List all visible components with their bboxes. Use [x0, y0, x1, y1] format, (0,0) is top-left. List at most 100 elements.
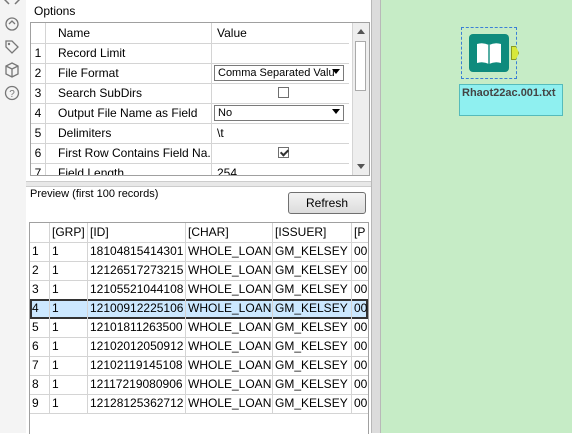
search-subdirs-checkbox[interactable]: [278, 87, 289, 98]
row-number[interactable]: 6: [30, 337, 50, 356]
id-cell[interactable]: 18104815414301: [88, 242, 186, 261]
panel-divider[interactable]: [371, 0, 381, 433]
p-cell[interactable]: 00: [352, 356, 368, 375]
table-row[interactable]: 8 1 12117219080906 WHOLE_LOAN GM_KELSEY 00: [30, 375, 368, 395]
p-cell[interactable]: 00: [352, 318, 368, 337]
issuer-cell[interactable]: GM_KELSEY: [273, 337, 352, 356]
p-cell[interactable]: 00: [352, 394, 368, 413]
refresh-circle-icon[interactable]: [4, 16, 20, 32]
p-cell[interactable]: 00: [352, 242, 368, 261]
grp-cell[interactable]: 1: [50, 318, 88, 337]
option-row-field-length[interactable]: 7 Field Length 254: [31, 163, 349, 175]
char-cell[interactable]: WHOLE_LOAN: [186, 242, 273, 261]
char-cell[interactable]: WHOLE_LOAN: [186, 337, 273, 356]
option-row-record-limit[interactable]: 1 Record Limit: [31, 43, 349, 64]
option-row-file-format[interactable]: 2 File Format Comma Separated Valu: [31, 63, 349, 84]
row-number[interactable]: 4: [30, 299, 50, 318]
option-row-delimiters[interactable]: 5 Delimiters \t: [31, 123, 349, 144]
output-anchor-icon[interactable]: [511, 46, 519, 60]
issuer-cell[interactable]: GM_KELSEY: [273, 375, 352, 394]
issuer-cell[interactable]: GM_KELSEY: [273, 261, 352, 280]
table-row[interactable]: 4 1 12100912225106 WHOLE_LOAN GM_KELSEY 00: [30, 299, 368, 319]
cube-icon[interactable]: [4, 62, 20, 78]
delimiters-input[interactable]: \t: [213, 123, 349, 143]
grp-cell[interactable]: 1: [50, 261, 88, 280]
p-cell[interactable]: 00: [352, 280, 368, 299]
option-row-first-row-field-names[interactable]: 6 First Row Contains Field Na...: [31, 143, 349, 164]
option-row-search-subdirs[interactable]: 3 Search SubDirs: [31, 83, 349, 104]
char-cell[interactable]: WHOLE_LOAN: [186, 299, 273, 318]
table-row[interactable]: 2 1 12126517273215 WHOLE_LOAN GM_KELSEY 00: [30, 261, 368, 281]
id-cell[interactable]: 12100912225106: [88, 299, 186, 318]
help-icon[interactable]: ?: [4, 85, 20, 101]
grp-cell[interactable]: 1: [50, 375, 88, 394]
row-number[interactable]: 9: [30, 394, 50, 413]
column-header-issuer[interactable]: [ISSUER]: [273, 223, 352, 242]
option-row-output-file-name[interactable]: 4 Output File Name as Field No: [31, 103, 349, 124]
options-scrollbar[interactable]: [352, 23, 369, 175]
id-cell[interactable]: 12117219080906: [88, 375, 186, 394]
p-cell[interactable]: 00: [352, 261, 368, 280]
id-cell[interactable]: 12128125362712: [88, 394, 186, 413]
table-row[interactable]: 3 1 12105521044108 WHOLE_LOAN GM_KELSEY 00: [30, 280, 368, 300]
grp-cell[interactable]: 1: [50, 299, 88, 318]
tag-icon[interactable]: [4, 39, 20, 55]
char-cell[interactable]: WHOLE_LOAN: [186, 261, 273, 280]
row-number[interactable]: 3: [30, 280, 50, 299]
table-row[interactable]: 9 1 12128125362712 WHOLE_LOAN GM_KELSEY 00: [30, 394, 368, 414]
grp-cell[interactable]: 1: [50, 242, 88, 261]
p-cell[interactable]: 00: [352, 375, 368, 394]
column-header-grp[interactable]: [GRP]: [50, 223, 88, 242]
issuer-cell[interactable]: GM_KELSEY: [273, 356, 352, 375]
row-number[interactable]: 8: [30, 375, 50, 394]
table-row[interactable]: 1 1 18104815414301 WHOLE_LOAN GM_KELSEY 00: [30, 242, 368, 262]
refresh-button[interactable]: Refresh: [288, 192, 366, 214]
issuer-cell[interactable]: GM_KELSEY: [273, 280, 352, 299]
issuer-cell[interactable]: GM_KELSEY: [273, 394, 352, 413]
issuer-cell[interactable]: GM_KELSEY: [273, 242, 352, 261]
column-header-char[interactable]: [CHAR]: [186, 223, 273, 242]
table-row[interactable]: 7 1 12102119145108 WHOLE_LOAN GM_KELSEY 00: [30, 356, 368, 376]
record-limit-input[interactable]: [213, 43, 349, 63]
char-cell[interactable]: WHOLE_LOAN: [186, 280, 273, 299]
options-grid-header: Name Value: [31, 23, 349, 44]
grp-cell[interactable]: 1: [50, 356, 88, 375]
file-format-select[interactable]: Comma Separated Valu: [214, 65, 344, 81]
grp-cell[interactable]: 1: [50, 394, 88, 413]
scroll-up-icon[interactable]: [357, 29, 365, 34]
grp-cell[interactable]: 1: [50, 280, 88, 299]
id-cell[interactable]: 12102119145108: [88, 356, 186, 375]
column-header-p[interactable]: [P: [352, 223, 368, 242]
row-number[interactable]: 7: [30, 356, 50, 375]
char-cell[interactable]: WHOLE_LOAN: [186, 394, 273, 413]
issuer-cell[interactable]: GM_KELSEY: [273, 299, 352, 318]
grp-cell[interactable]: 1: [50, 337, 88, 356]
id-cell[interactable]: 12102012050912: [88, 337, 186, 356]
output-file-name-select[interactable]: No: [214, 105, 344, 121]
char-cell[interactable]: WHOLE_LOAN: [186, 318, 273, 337]
chevron-down-icon[interactable]: [332, 109, 340, 114]
row-number[interactable]: 2: [30, 261, 50, 280]
char-cell[interactable]: WHOLE_LOAN: [186, 375, 273, 394]
first-row-field-names-checkbox[interactable]: [278, 147, 289, 158]
p-cell[interactable]: 00: [352, 337, 368, 356]
id-cell[interactable]: 12101811263500: [88, 318, 186, 337]
scroll-thumb[interactable]: [355, 41, 366, 91]
chevron-down-icon[interactable]: [332, 69, 340, 74]
id-cell[interactable]: 12126517273215: [88, 261, 186, 280]
id-cell[interactable]: 12105521044108: [88, 280, 186, 299]
column-header-id[interactable]: [ID]: [88, 223, 186, 242]
table-row[interactable]: 5 1 12101811263500 WHOLE_LOAN GM_KELSEY 00: [30, 318, 368, 338]
row-number[interactable]: 1: [30, 242, 50, 261]
input-data-book-icon[interactable]: [469, 34, 509, 72]
panel-splitter[interactable]: [26, 181, 371, 187]
p-cell[interactable]: 00: [352, 299, 368, 318]
row-number[interactable]: 5: [30, 318, 50, 337]
scroll-down-icon[interactable]: [357, 164, 365, 169]
field-length-input[interactable]: 254: [213, 163, 349, 175]
code-icon[interactable]: [4, 0, 20, 8]
char-cell[interactable]: WHOLE_LOAN: [186, 356, 273, 375]
table-row[interactable]: 6 1 12102012050912 WHOLE_LOAN GM_KELSEY 00: [30, 337, 368, 357]
workflow-canvas[interactable]: Rhaot22ac.001.txt: [381, 0, 572, 433]
issuer-cell[interactable]: GM_KELSEY: [273, 318, 352, 337]
